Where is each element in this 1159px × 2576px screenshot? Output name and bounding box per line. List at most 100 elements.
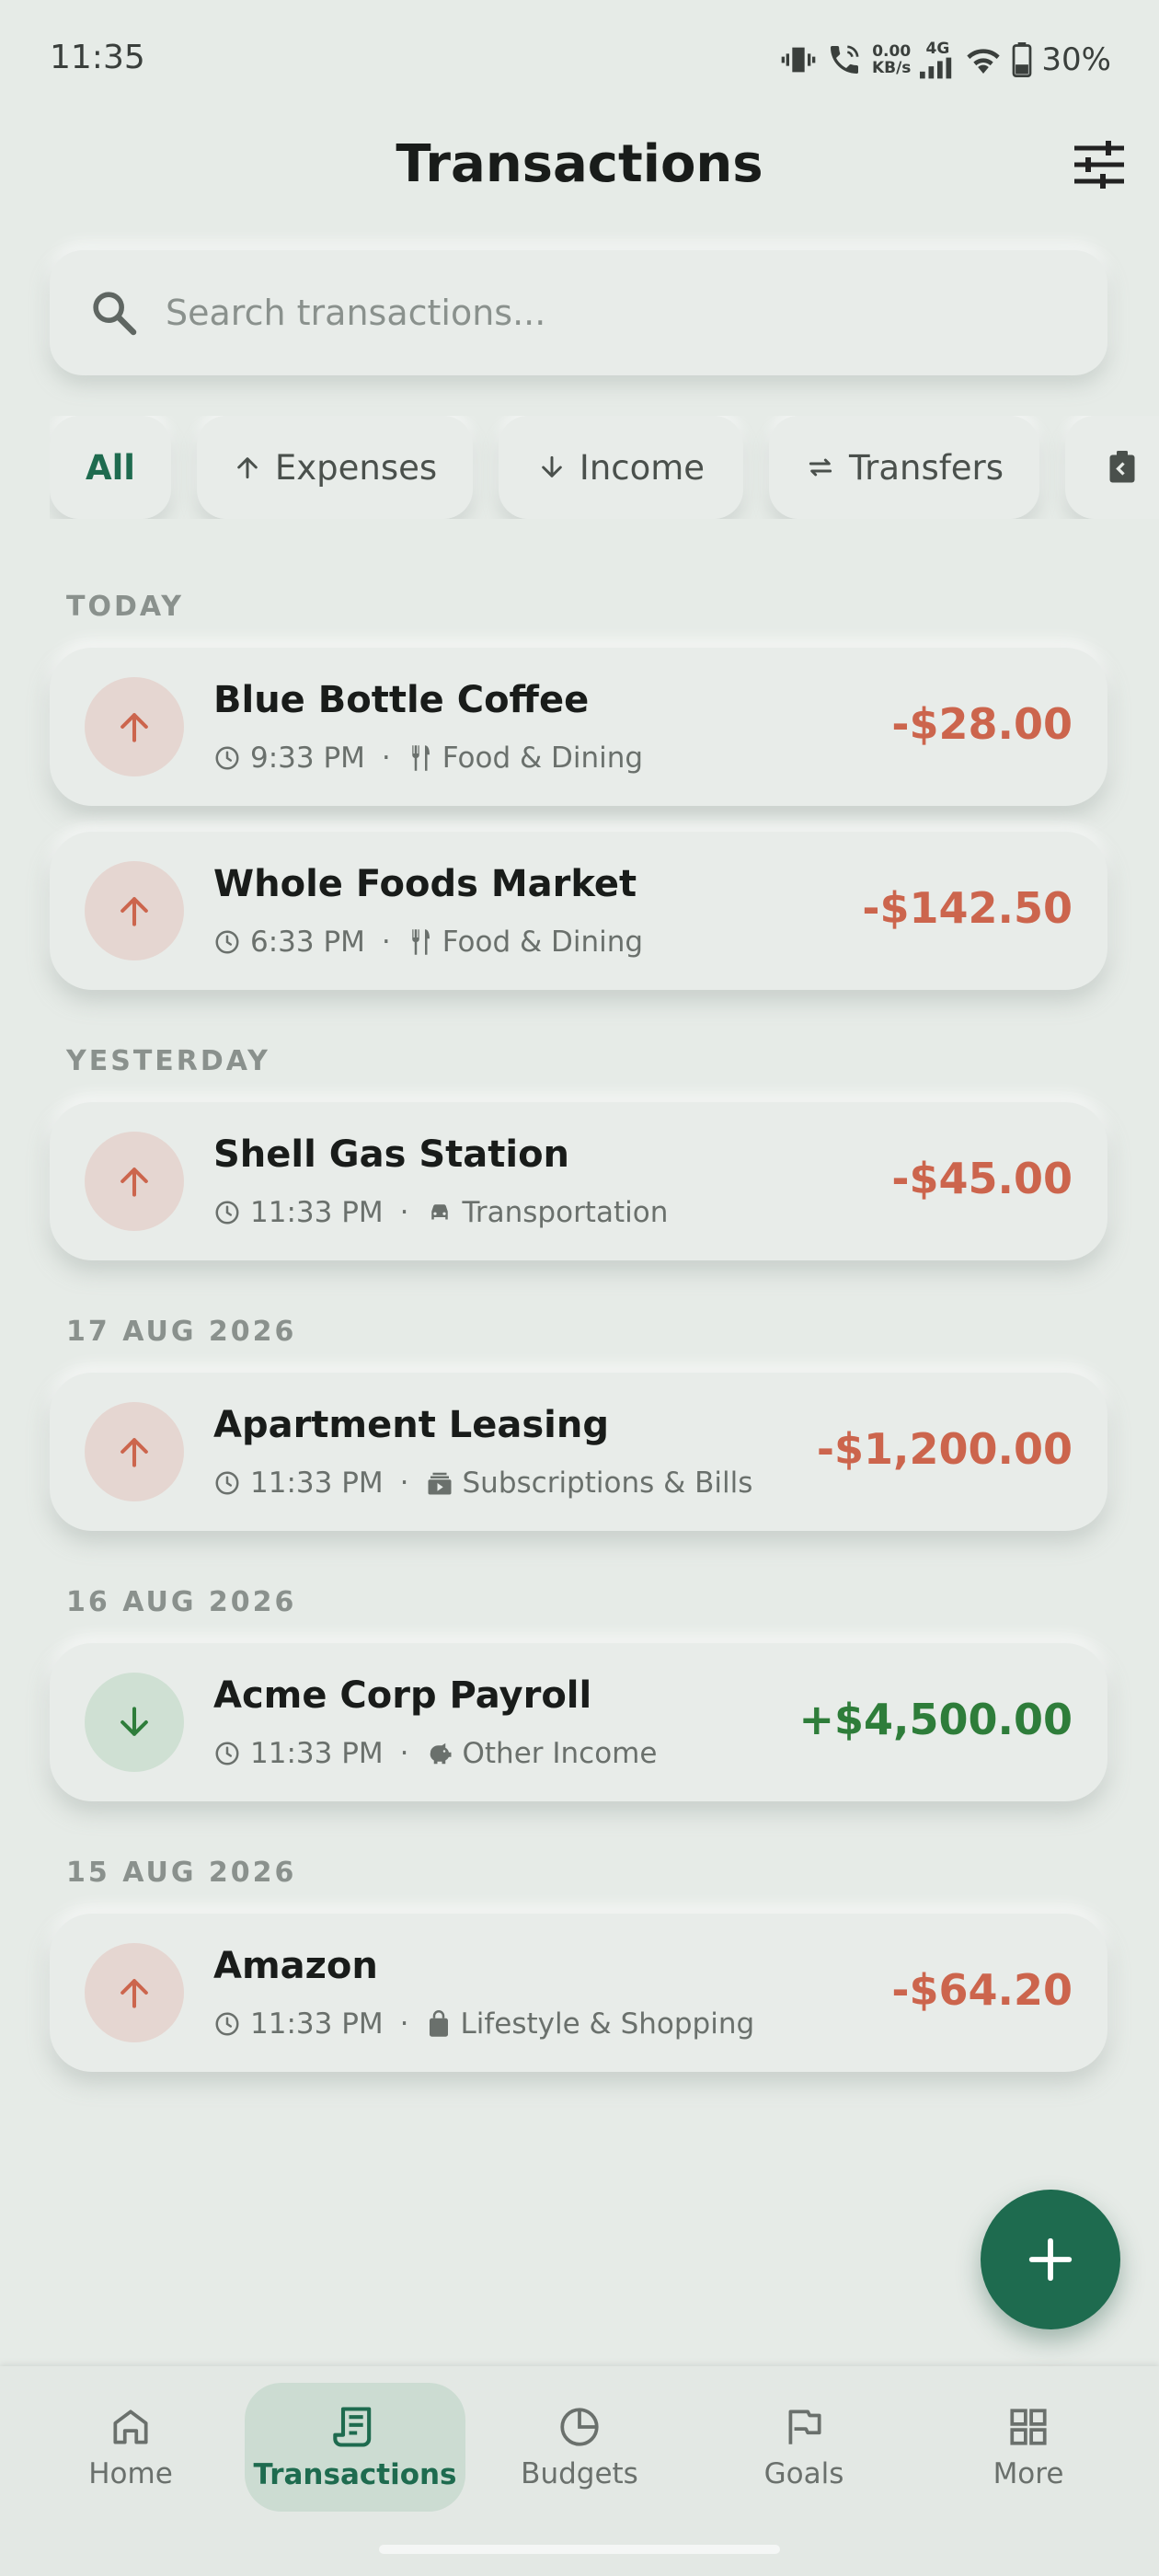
nav-home-label: Home <box>88 2457 173 2490</box>
wifi-icon <box>967 49 1001 74</box>
clock-icon <box>215 746 239 770</box>
clock-icon <box>215 930 239 954</box>
meta-separator: · <box>399 1737 409 1770</box>
meta-separator: · <box>399 1466 409 1500</box>
meta-separator: · <box>399 1196 409 1229</box>
search-bar[interactable] <box>50 250 1107 375</box>
battery-percent: 30% <box>1041 41 1111 78</box>
nav-transactions[interactable]: Transactions <box>245 2383 465 2512</box>
speed-value: 0.00 <box>872 42 912 61</box>
transaction-meta: 11:33 PM · Transportation <box>213 1196 668 1229</box>
nav-transactions-label: Transactions <box>253 2458 457 2491</box>
swap-icon <box>809 458 832 477</box>
transaction-card[interactable]: Acme Corp Payroll 11:33 PM · Other Incom… <box>50 1643 1107 1801</box>
status-bar: 11:35 0.00 KB/s 4G 30% <box>0 0 1159 120</box>
wifi-call-icon <box>830 45 859 74</box>
chip-all-label: All <box>85 447 135 488</box>
tune-icon <box>1074 141 1124 189</box>
expense-badge <box>85 1402 184 1501</box>
chip-expenses-label: Expenses <box>274 447 438 488</box>
transaction-amount: -$142.50 <box>862 883 1073 933</box>
vibrate-icon <box>781 47 816 73</box>
transaction-meta: 6:33 PM · Food & Dining <box>213 926 643 959</box>
nav-more[interactable]: More <box>918 2383 1139 2512</box>
filter-button[interactable] <box>1073 141 1126 189</box>
arrow-up-icon <box>120 897 148 926</box>
transaction-category: Other Income <box>462 1737 658 1770</box>
expense-badge <box>85 861 184 960</box>
transaction-time: 11:33 PM <box>250 2007 384 2041</box>
transaction-time: 11:33 PM <box>250 1196 384 1229</box>
add-transaction-button[interactable] <box>981 2190 1120 2329</box>
transaction-meta: 11:33 PM · Other Income <box>213 1737 657 1770</box>
chip-transfers[interactable]: Transfers <box>769 416 1039 519</box>
arrow-up-icon <box>120 1979 148 2008</box>
grid-icon <box>1010 2409 1047 2445</box>
transaction-amount: -$28.00 <box>891 699 1073 749</box>
clock-icon <box>215 1201 239 1225</box>
flag-icon <box>788 2409 821 2444</box>
chip-more[interactable] <box>1065 416 1159 519</box>
arrow-up-icon <box>120 1438 148 1467</box>
network-type-label: 4G <box>925 40 950 58</box>
piggy-bank-icon <box>430 1742 451 1765</box>
search-input[interactable] <box>164 282 1069 344</box>
arrow-down-icon <box>542 455 562 477</box>
transaction-time: 11:33 PM <box>250 1466 384 1500</box>
clock-icon <box>215 2012 239 2036</box>
nav-budgets[interactable]: Budgets <box>469 2383 690 2512</box>
transaction-name: Amazon <box>213 1945 378 1987</box>
transaction-card[interactable]: Apartment Leasing 11:33 PM · Subscriptio… <box>50 1373 1107 1531</box>
transaction-name: Blue Bottle Coffee <box>213 679 590 721</box>
chip-income[interactable]: Income <box>499 416 743 519</box>
clipboard-icon <box>1109 451 1135 483</box>
transaction-card[interactable]: Whole Foods Market 6:33 PM · Food & Dini… <box>50 832 1107 990</box>
transaction-meta: 11:33 PM · Lifestyle & Shopping <box>213 2007 754 2041</box>
search-icon <box>93 292 137 336</box>
receipt-icon <box>333 2407 372 2447</box>
signal-icon <box>920 57 952 79</box>
transaction-name: Shell Gas Station <box>213 1133 570 1176</box>
expense-badge <box>85 1943 184 2042</box>
chip-all[interactable]: All <box>50 416 171 519</box>
section-label-date: 17 AUG 2026 <box>66 1316 297 1348</box>
speed-unit: KB/s <box>871 59 912 77</box>
home-indicator[interactable] <box>379 2545 780 2554</box>
transaction-category: Subscriptions & Bills <box>462 1466 753 1500</box>
filter-chips: All Expenses Income Transfers <box>50 416 1159 519</box>
shopping-bag-icon <box>429 2010 448 2037</box>
home-icon <box>113 2409 148 2444</box>
transaction-amount: -$1,200.00 <box>816 1424 1073 1474</box>
section-label-yesterday: YESTERDAY <box>66 1045 270 1077</box>
meta-separator: · <box>399 2007 409 2041</box>
arrow-up-icon <box>237 457 258 479</box>
nav-budgets-label: Budgets <box>521 2457 638 2490</box>
transaction-card[interactable]: Blue Bottle Coffee 9:33 PM · Food & Dini… <box>50 648 1107 806</box>
section-label-date: 16 AUG 2026 <box>66 1586 297 1618</box>
transaction-card[interactable]: Amazon 11:33 PM · Lifestyle & Shopping -… <box>50 1914 1107 2072</box>
transaction-category: Lifestyle & Shopping <box>460 2007 755 2041</box>
transaction-card[interactable]: Shell Gas Station 11:33 PM · Transportat… <box>50 1102 1107 1260</box>
meta-separator: · <box>381 742 391 775</box>
clock-icon <box>215 1742 239 1765</box>
network-speed: 0.00 KB/s <box>872 43 911 76</box>
transaction-category: Transportation <box>462 1196 669 1229</box>
nav-goals[interactable]: Goals <box>694 2383 914 2512</box>
section-label-today: TODAY <box>66 591 184 623</box>
nav-goals-label: Goals <box>763 2457 844 2490</box>
car-icon <box>430 1204 448 1220</box>
chip-expenses[interactable]: Expenses <box>197 416 473 519</box>
page-title: Transactions <box>396 134 763 194</box>
arrow-down-icon <box>120 1707 148 1736</box>
income-badge <box>85 1673 184 1772</box>
transaction-name: Apartment Leasing <box>213 1404 609 1446</box>
network-type: 4G <box>920 40 955 79</box>
arrow-up-icon <box>120 1167 148 1197</box>
transaction-name: Acme Corp Payroll <box>213 1674 592 1717</box>
nav-home[interactable]: Home <box>20 2383 241 2512</box>
transaction-time: 6:33 PM <box>250 926 365 959</box>
transaction-category: Food & Dining <box>442 926 644 959</box>
status-icons: 0.00 KB/s 4G 30% <box>780 40 1111 79</box>
subscriptions-icon <box>428 1472 451 1495</box>
meta-separator: · <box>381 926 391 959</box>
